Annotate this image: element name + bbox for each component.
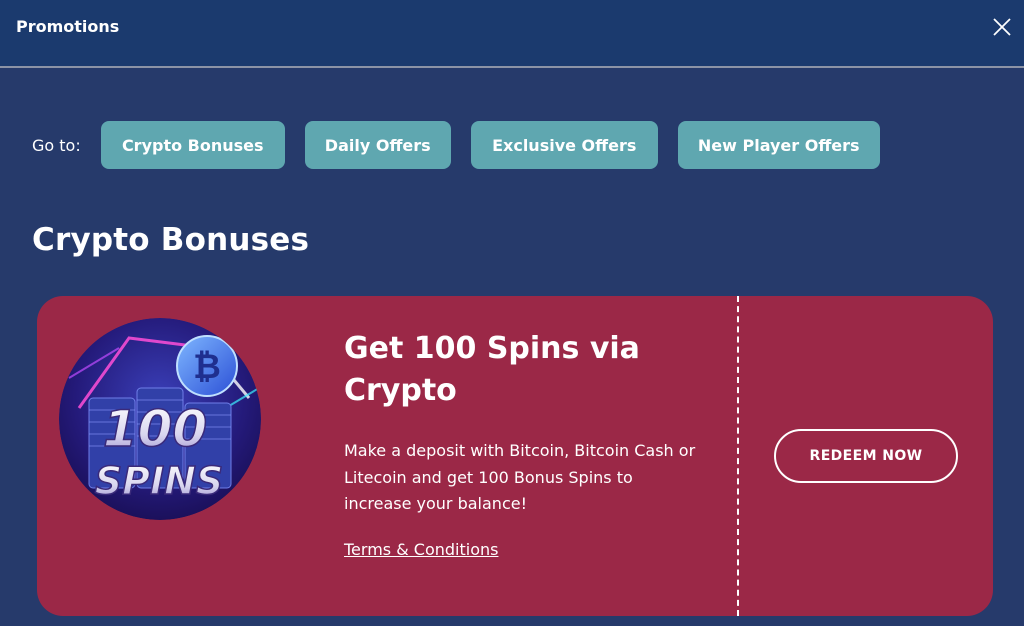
goto-crypto-bonuses-button[interactable]: Crypto Bonuses	[100, 121, 285, 169]
goto-exclusive-offers-button[interactable]: Exclusive Offers	[470, 121, 658, 169]
goto-nav: Go to: Crypto Bonuses Daily Offers Exclu…	[32, 121, 880, 169]
goto-daily-offers-button[interactable]: Daily Offers	[304, 121, 451, 169]
promotions-header: Promotions	[0, 0, 1024, 68]
promo-card: ₿ 100 SPINS Get 100 Spins via Crypto Mak…	[37, 296, 993, 616]
promo-image: ₿ 100 SPINS	[59, 318, 261, 520]
goto-new-player-offers-button[interactable]: New Player Offers	[677, 121, 880, 169]
close-icon[interactable]	[990, 15, 1014, 39]
card-divider	[737, 296, 739, 616]
redeem-now-button[interactable]: REDEEM NOW	[774, 429, 958, 483]
promo-heading: Get 100 Spins via Crypto	[344, 331, 640, 408]
section-title: Crypto Bonuses	[32, 222, 310, 258]
promo-description: Make a deposit with Bitcoin, Bitcoin Cas…	[344, 441, 696, 513]
goto-label: Go to:	[32, 135, 81, 155]
promo-image-word: SPINS	[95, 459, 224, 503]
terms-conditions-link[interactable]: Terms & Conditions	[344, 540, 498, 559]
promo-image-number: 100	[103, 400, 207, 458]
svg-text:₿: ₿	[193, 347, 221, 387]
window-title: Promotions	[16, 17, 120, 36]
